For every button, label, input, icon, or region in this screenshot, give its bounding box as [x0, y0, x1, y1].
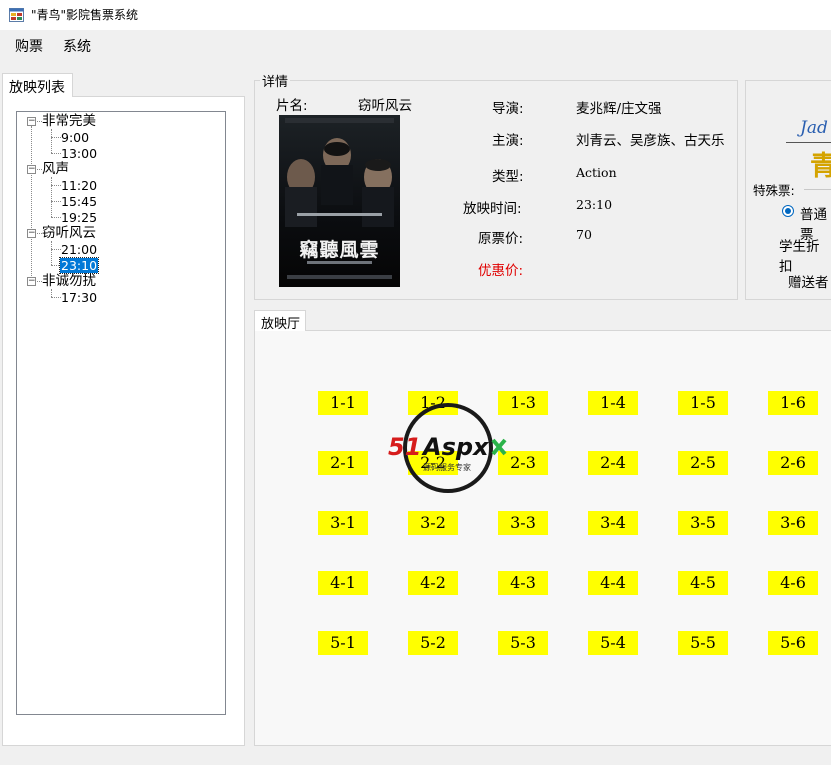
- type-label: 类型:: [492, 169, 524, 185]
- movie-name-value: 窃听风云: [358, 98, 412, 114]
- tree-node-time[interactable]: 11:20: [61, 178, 97, 193]
- logo-char: 青: [810, 151, 831, 182]
- seat-button[interactable]: 3-1: [318, 511, 368, 535]
- seat-button[interactable]: 4-4: [588, 571, 638, 595]
- seat-button[interactable]: 2-1: [318, 451, 368, 475]
- title-bar: "青鸟"影院售票系统: [0, 0, 831, 30]
- gift-giver-label: 赠送者: [788, 275, 829, 291]
- price-label: 原票价:: [478, 231, 524, 247]
- director-value: 麦兆辉/庄文强: [576, 101, 662, 117]
- logo-text: Jad: [800, 118, 828, 138]
- menu-purchase[interactable]: 购票: [9, 34, 49, 58]
- seat-button[interactable]: 2-6: [768, 451, 818, 475]
- svg-text:源码服务专家: 源码服务专家: [423, 462, 471, 472]
- showtime-label: 放映时间:: [463, 201, 522, 217]
- seat-button[interactable]: 2-5: [678, 451, 728, 475]
- watermark-logo: 51 Aspx 源码服务专家: [387, 400, 515, 496]
- seat-button[interactable]: 4-1: [318, 571, 368, 595]
- poster-title: 竊聽風雲: [299, 239, 380, 261]
- screening-tree[interactable]: − 非常完美 9:00 13:00 − 风声 11:20 15:45 19:25…: [16, 111, 226, 715]
- seat-button[interactable]: 5-3: [498, 631, 548, 655]
- detail-legend: 详情: [260, 71, 291, 90]
- seat-button[interactable]: 3-6: [768, 511, 818, 535]
- collapse-icon[interactable]: −: [27, 117, 36, 126]
- seat-button[interactable]: 5-1: [318, 631, 368, 655]
- tree-node-time[interactable]: 19:25: [61, 210, 97, 225]
- window-title: "青鸟"影院售票系统: [31, 8, 139, 22]
- director-label: 导演:: [492, 101, 524, 117]
- seat-button[interactable]: 3-4: [588, 511, 638, 535]
- collapse-icon[interactable]: −: [27, 165, 36, 174]
- radio-normal-ticket[interactable]: [782, 205, 794, 217]
- seat-button[interactable]: 3-5: [678, 511, 728, 535]
- seat-button[interactable]: 1-5: [678, 391, 728, 415]
- movie-name-label: 片名:: [276, 98, 308, 114]
- tree-node-time[interactable]: 13:00: [61, 146, 97, 161]
- seat-button[interactable]: 1-6: [768, 391, 818, 415]
- seat-button[interactable]: 3-3: [498, 511, 548, 535]
- special-divider: [804, 189, 831, 190]
- seat-button[interactable]: 1-4: [588, 391, 638, 415]
- seat-button[interactable]: 4-6: [768, 571, 818, 595]
- menu-bar: 购票 系统: [0, 30, 831, 58]
- actors-value: 刘青云、吴彦族、古天乐: [576, 133, 725, 149]
- collapse-icon[interactable]: −: [27, 277, 36, 286]
- seat-button[interactable]: 4-2: [408, 571, 458, 595]
- tree-node-time[interactable]: 21:00: [61, 242, 97, 257]
- tab-screening-list[interactable]: 放映列表: [2, 73, 73, 97]
- svg-text:Aspx: Aspx: [421, 433, 490, 461]
- seat-button[interactable]: 5-6: [768, 631, 818, 655]
- menu-system[interactable]: 系统: [57, 34, 97, 58]
- seat-button[interactable]: 5-5: [678, 631, 728, 655]
- seat-button[interactable]: 1-1: [318, 391, 368, 415]
- showtime-value: 23:10: [576, 197, 613, 212]
- seat-button[interactable]: 5-4: [588, 631, 638, 655]
- tree-node-movie[interactable]: 非诚勿扰: [42, 273, 96, 289]
- student-discount-label: 学生折扣: [779, 239, 820, 275]
- tree-node-time[interactable]: 9:00: [61, 130, 89, 145]
- tree-node-movie[interactable]: 风声: [42, 161, 69, 177]
- tree-node-time[interactable]: 15:45: [61, 194, 97, 209]
- tree-node-time-selected[interactable]: 23:10: [58, 257, 100, 274]
- logo-underline: [786, 142, 831, 143]
- seat-button[interactable]: 2-4: [588, 451, 638, 475]
- app-icon: [9, 8, 24, 22]
- tab-hall[interactable]: 放映厅: [254, 310, 306, 332]
- collapse-icon[interactable]: −: [27, 229, 36, 238]
- hall-panel: 1-1 1-2 1-3 1-4 1-5 1-6 2-1 2-2 2-3 2-4 2-5 2-6 3-1 3…: [254, 330, 831, 746]
- svg-text:51: 51: [388, 433, 421, 461]
- seat-button[interactable]: 3-2: [408, 511, 458, 535]
- movie-poster: 竊聽風雲: [279, 115, 400, 287]
- seat-button[interactable]: 4-5: [678, 571, 728, 595]
- price-value: 70: [576, 227, 592, 242]
- type-value: Action: [576, 165, 617, 180]
- seat-button[interactable]: 5-2: [408, 631, 458, 655]
- seat-button[interactable]: 4-3: [498, 571, 548, 595]
- tree-node-time[interactable]: 17:30: [61, 290, 97, 305]
- special-ticket-label: 特殊票:: [753, 183, 795, 198]
- discount-price-label: 优惠价:: [478, 263, 524, 279]
- actors-label: 主演:: [492, 133, 524, 149]
- tree-node-movie[interactable]: 窃听风云: [42, 225, 96, 241]
- tree-node-movie[interactable]: 非常完美: [42, 113, 96, 129]
